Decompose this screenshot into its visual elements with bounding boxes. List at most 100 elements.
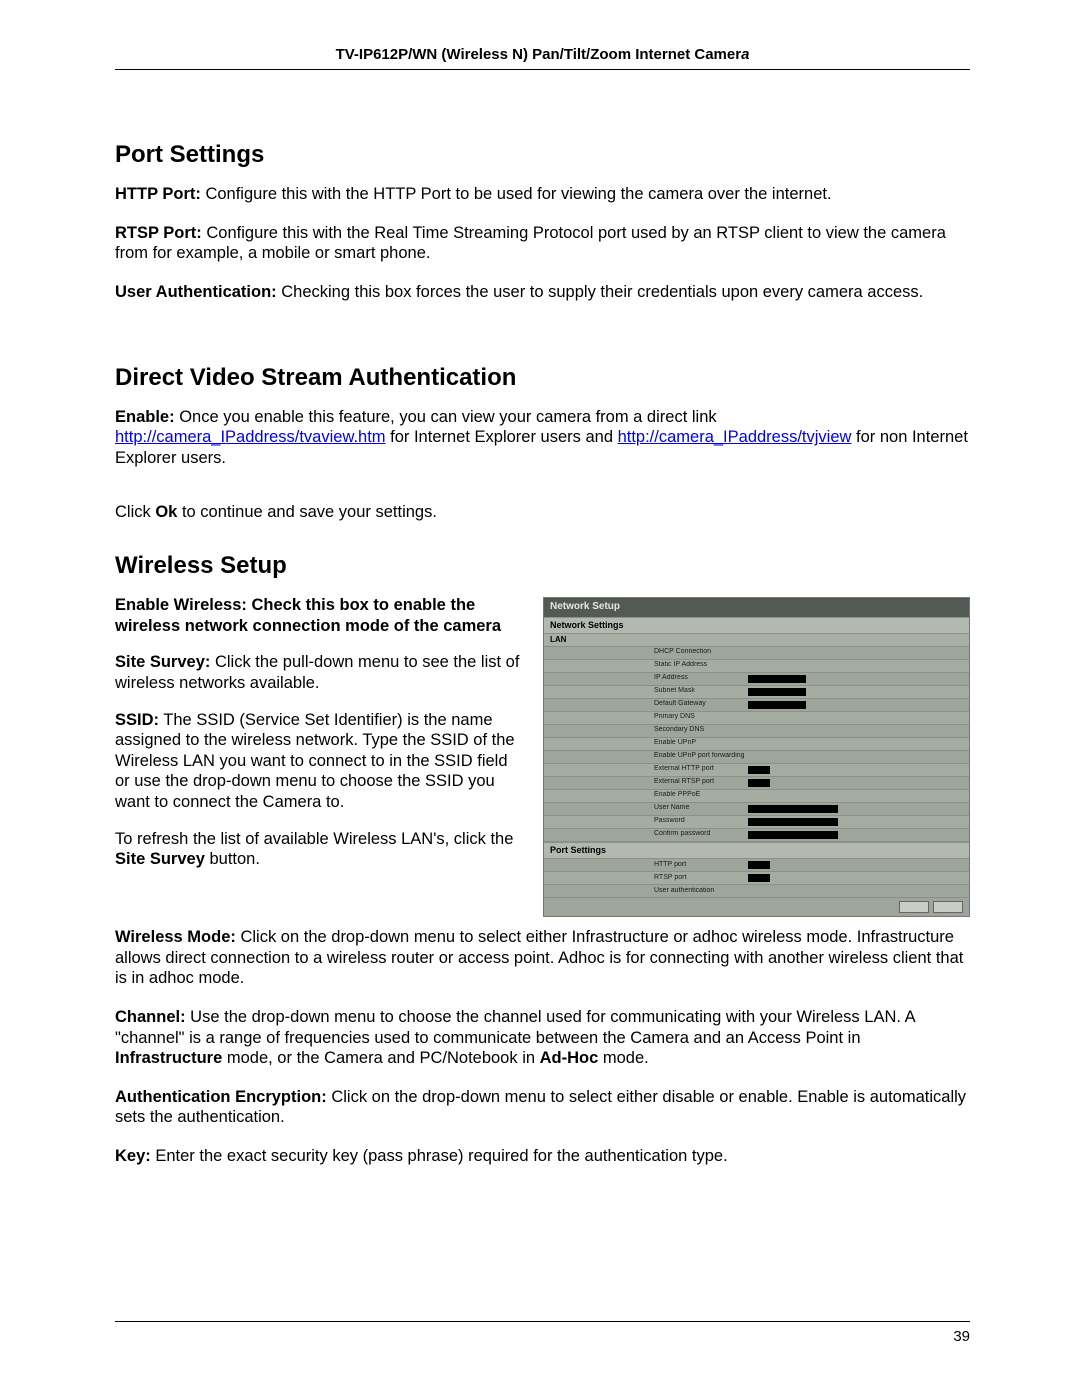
figure-row: External HTTP port bbox=[544, 764, 969, 777]
figure-row-input bbox=[748, 818, 838, 826]
figure-row: Subnet Mask bbox=[544, 686, 969, 699]
click-ok-1: Click bbox=[115, 503, 155, 521]
figure-row: Enable PPPoE bbox=[544, 790, 969, 803]
user-auth-paragraph: User Authentication: Checking this box f… bbox=[115, 282, 970, 303]
authenc-paragraph: Authentication Encryption: Click on the … bbox=[115, 1087, 970, 1128]
channel-text-3: mode. bbox=[598, 1049, 648, 1067]
figure-row: DHCP Connection bbox=[544, 647, 969, 660]
figure-row: Secondary DNS bbox=[544, 725, 969, 738]
direct-video-heading: Direct Video Stream Authentication bbox=[115, 363, 970, 393]
enable-paragraph: Enable: Once you enable this feature, yo… bbox=[115, 407, 970, 469]
page-footer: 39 bbox=[115, 1321, 970, 1345]
click-ok-bold: Ok bbox=[155, 503, 177, 521]
figure-row: Static IP Address bbox=[544, 660, 969, 673]
figure-row: User Name bbox=[544, 803, 969, 816]
figure-row-label: Enable PPPoE bbox=[654, 791, 744, 800]
figure-row: Primary DNS bbox=[544, 712, 969, 725]
http-port-label: HTTP Port: bbox=[115, 185, 201, 203]
figure-row: External RTSP port bbox=[544, 777, 969, 790]
figure-row-label: Primary DNS bbox=[654, 713, 744, 722]
figure-buttons bbox=[544, 898, 969, 916]
rtsp-port-label: RTSP Port: bbox=[115, 224, 202, 242]
figure-row: User authentication bbox=[544, 885, 969, 898]
refresh-bold: Site Survey bbox=[115, 850, 205, 868]
rtsp-port-text: Configure this with the Real Time Stream… bbox=[115, 224, 946, 263]
channel-bold-2: Ad-Hoc bbox=[540, 1049, 599, 1067]
figure-row-label: External RTSP port bbox=[654, 778, 744, 787]
authenc-label: Authentication Encryption: bbox=[115, 1088, 327, 1106]
site-survey-label: Site Survey: bbox=[115, 653, 210, 671]
figure-row-label: Confirm password bbox=[654, 830, 744, 839]
channel-text-1: Use the drop-down menu to choose the cha… bbox=[115, 1008, 915, 1047]
figure-row: Default Gateway bbox=[544, 699, 969, 712]
figure-lan-rows: DHCP Connection Static IP Address IP Addre… bbox=[544, 647, 969, 842]
port-settings-heading: Port Settings bbox=[115, 140, 970, 170]
http-port-paragraph: HTTP Port: Configure this with the HTTP … bbox=[115, 184, 970, 205]
figure-row: Enable UPnP bbox=[544, 738, 969, 751]
figure-row-label: External HTTP port bbox=[654, 765, 744, 774]
link-tvjview[interactable]: http://camera_IPaddress/tvjview bbox=[618, 428, 852, 446]
figure-row-label: Static IP Address bbox=[654, 661, 744, 670]
figure-row: Password bbox=[544, 816, 969, 829]
figure-row-label: Enable UPnP bbox=[654, 739, 744, 748]
figure-port-settings-label: Port Settings bbox=[544, 842, 969, 859]
figure-row-label: DHCP Connection bbox=[654, 648, 744, 657]
key-text: Enter the exact security key (pass phras… bbox=[151, 1147, 728, 1165]
header-title-text: TV-IP612P/WN (Wireless N) Pan/Tilt/Zoom … bbox=[336, 46, 742, 63]
network-setup-screenshot: Network Setup Network Settings LAN DHCP … bbox=[543, 597, 970, 917]
figure-title: Network Setup bbox=[544, 598, 969, 617]
figure-row-input bbox=[748, 805, 838, 813]
figure-row-input bbox=[748, 861, 770, 869]
figure-row-label: Subnet Mask bbox=[654, 687, 744, 696]
figure-cancel-button bbox=[933, 901, 963, 913]
figure-row-input bbox=[748, 675, 806, 683]
figure-row: HTTP port bbox=[544, 859, 969, 872]
figure-row: Confirm password bbox=[544, 829, 969, 842]
enable-label: Enable: bbox=[115, 408, 175, 426]
channel-paragraph: Channel: Use the drop-down menu to choos… bbox=[115, 1007, 970, 1069]
footer-rule bbox=[115, 1321, 970, 1322]
figure-subtitle: Network Settings bbox=[544, 617, 969, 634]
wireless-mode-paragraph: Wireless Mode: Click on the drop-down me… bbox=[115, 927, 970, 989]
ssid-text: The SSID (Service Set Identifier) is the… bbox=[115, 711, 515, 812]
figure-row-input bbox=[748, 779, 770, 787]
figure-row-label: HTTP port bbox=[654, 861, 744, 870]
figure-row-input bbox=[748, 688, 806, 696]
refresh-text-2: button. bbox=[205, 850, 260, 868]
figure-lan-label: LAN bbox=[544, 634, 969, 647]
figure-row-label: IP Address bbox=[654, 674, 744, 683]
page-number: 39 bbox=[115, 1328, 970, 1345]
document-header-title: TV-IP612P/WN (Wireless N) Pan/Tilt/Zoom … bbox=[115, 46, 970, 63]
ssid-label: SSID: bbox=[115, 711, 159, 729]
figure-port-rows: HTTP port RTSP port User authentication bbox=[544, 859, 969, 898]
channel-bold-1: Infrastructure bbox=[115, 1049, 222, 1067]
figure-row: RTSP port bbox=[544, 872, 969, 885]
rtsp-port-paragraph: RTSP Port: Configure this with the Real … bbox=[115, 223, 970, 264]
document-page: TV-IP612P/WN (Wireless N) Pan/Tilt/Zoom … bbox=[0, 0, 1080, 1397]
figure-ok-button bbox=[899, 901, 929, 913]
wireless-wrap-section: Network Setup Network Settings LAN DHCP … bbox=[115, 595, 970, 927]
figure-row-label: Secondary DNS bbox=[654, 726, 744, 735]
wireless-setup-heading: Wireless Setup bbox=[115, 551, 970, 581]
user-auth-text: Checking this box forces the user to sup… bbox=[277, 283, 924, 301]
figure-row-label: RTSP port bbox=[654, 874, 744, 883]
key-paragraph: Key: Enter the exact security key (pass … bbox=[115, 1146, 970, 1167]
click-ok-2: to continue and save your settings. bbox=[177, 503, 437, 521]
channel-text-2: mode, or the Camera and PC/Notebook in bbox=[222, 1049, 539, 1067]
main-content: Port Settings HTTP Port: Configure this … bbox=[115, 70, 970, 1167]
link-tvaview[interactable]: http://camera_IPaddress/tvaview.htm bbox=[115, 428, 386, 446]
wireless-mode-label: Wireless Mode: bbox=[115, 928, 236, 946]
figure-row-input bbox=[748, 874, 770, 882]
enable-text-1: Once you enable this feature, you can vi… bbox=[175, 408, 717, 426]
key-label: Key: bbox=[115, 1147, 151, 1165]
channel-label: Channel: bbox=[115, 1008, 186, 1026]
figure-row-input bbox=[748, 766, 770, 774]
figure-row-label: Enable UPnP port forwarding bbox=[654, 752, 744, 761]
enable-text-2: for Internet Explorer users and bbox=[386, 428, 618, 446]
figure-row-label: Default Gateway bbox=[654, 700, 744, 709]
figure-row-input bbox=[748, 701, 806, 709]
header-title-italic: a bbox=[741, 46, 749, 63]
click-ok-paragraph: Click Ok to continue and save your setti… bbox=[115, 502, 970, 523]
wireless-mode-text: Click on the drop-down menu to select ei… bbox=[115, 928, 963, 987]
figure-row-label: User Name bbox=[654, 804, 744, 813]
